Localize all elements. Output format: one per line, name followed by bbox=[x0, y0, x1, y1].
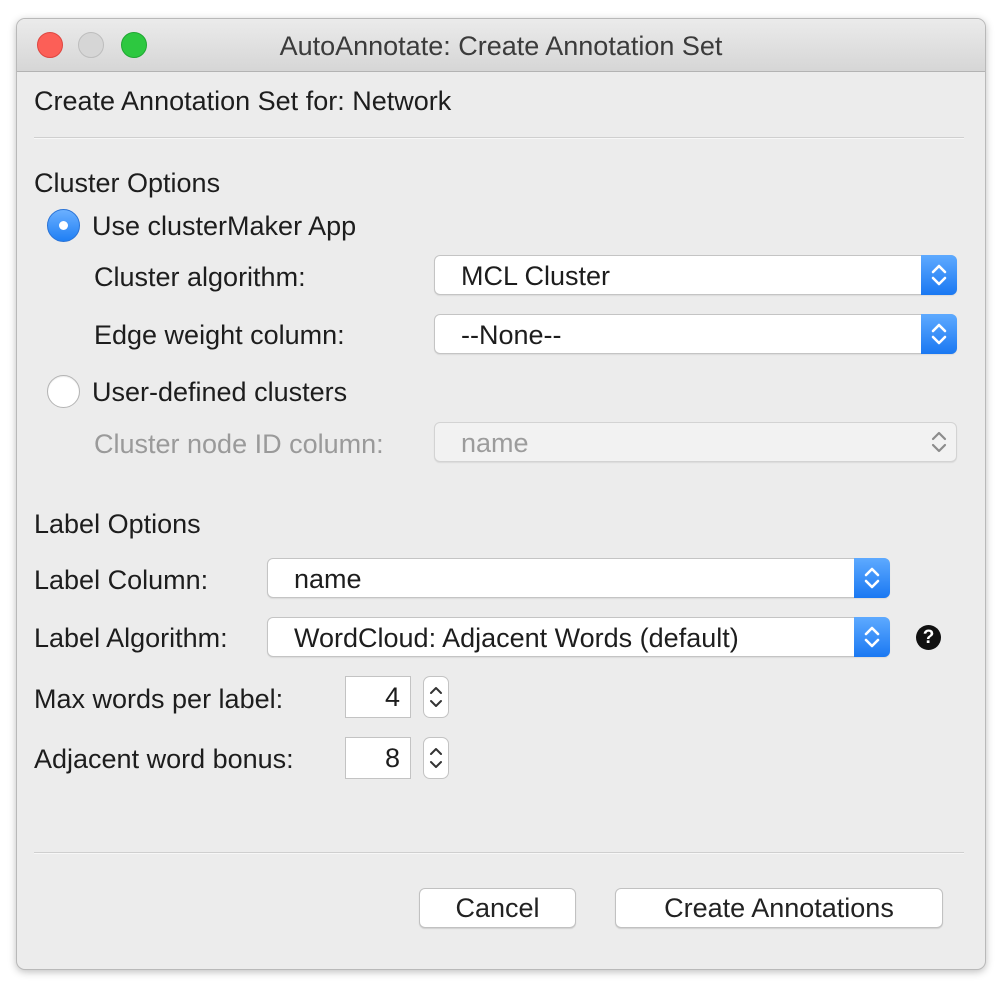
create-annotations-button[interactable]: Create Annotations bbox=[615, 888, 943, 928]
label-column-select[interactable]: name bbox=[267, 558, 890, 598]
select-chevron-icon bbox=[921, 422, 957, 462]
user-defined-clusters-radio[interactable] bbox=[47, 375, 80, 408]
select-chevron-icon bbox=[854, 558, 890, 598]
label-algorithm-label: Label Algorithm: bbox=[34, 623, 228, 653]
cluster-options-heading: Cluster Options bbox=[34, 168, 221, 198]
header-divider bbox=[34, 137, 964, 139]
cluster-node-id-column-select: name bbox=[434, 422, 957, 462]
label-algorithm-select[interactable]: WordCloud: Adjacent Words (default) bbox=[267, 617, 890, 657]
max-words-label: Max words per label: bbox=[34, 684, 284, 714]
edge-weight-column-select[interactable]: --None-- bbox=[434, 314, 957, 354]
cluster-node-id-column-label: Cluster node ID column: bbox=[94, 429, 384, 459]
edge-weight-column-label: Edge weight column: bbox=[94, 320, 345, 350]
adjacent-word-bonus-input[interactable]: 8 bbox=[345, 737, 411, 779]
cluster-algorithm-select[interactable]: MCL Cluster bbox=[434, 255, 957, 295]
cancel-button[interactable]: Cancel bbox=[419, 888, 576, 928]
use-clustermaker-radio[interactable] bbox=[47, 209, 80, 242]
window-title: AutoAnnotate: Create Annotation Set bbox=[279, 31, 723, 61]
select-chevron-icon bbox=[854, 617, 890, 657]
adjacent-word-bonus-label: Adjacent word bonus: bbox=[34, 744, 294, 774]
label-algorithm-value: WordCloud: Adjacent Words (default) bbox=[294, 623, 739, 653]
title-bar: AutoAnnotate: Create Annotation Set bbox=[17, 19, 985, 72]
max-words-stepper[interactable] bbox=[423, 676, 449, 718]
label-column-label: Label Column: bbox=[34, 565, 209, 595]
select-chevron-icon bbox=[921, 314, 957, 354]
use-clustermaker-label[interactable]: Use clusterMaker App bbox=[92, 211, 356, 242]
footer-divider bbox=[34, 852, 964, 854]
max-words-input[interactable]: 4 bbox=[345, 676, 411, 718]
cluster-algorithm-value: MCL Cluster bbox=[461, 261, 611, 291]
edge-weight-column-value: --None-- bbox=[461, 320, 562, 350]
user-defined-clusters-label[interactable]: User-defined clusters bbox=[92, 377, 347, 408]
help-icon[interactable]: ? bbox=[916, 625, 941, 650]
select-chevron-icon bbox=[921, 255, 957, 295]
label-options-heading: Label Options bbox=[34, 509, 201, 539]
cluster-algorithm-label: Cluster algorithm: bbox=[94, 262, 306, 292]
dialog-header: Create Annotation Set for: Network bbox=[34, 86, 452, 116]
cluster-node-id-column-value: name bbox=[461, 428, 529, 458]
dialog-window: AutoAnnotate: Create Annotation Set Crea… bbox=[16, 18, 986, 970]
label-column-value: name bbox=[294, 564, 362, 594]
adjacent-word-bonus-stepper[interactable] bbox=[423, 737, 449, 779]
